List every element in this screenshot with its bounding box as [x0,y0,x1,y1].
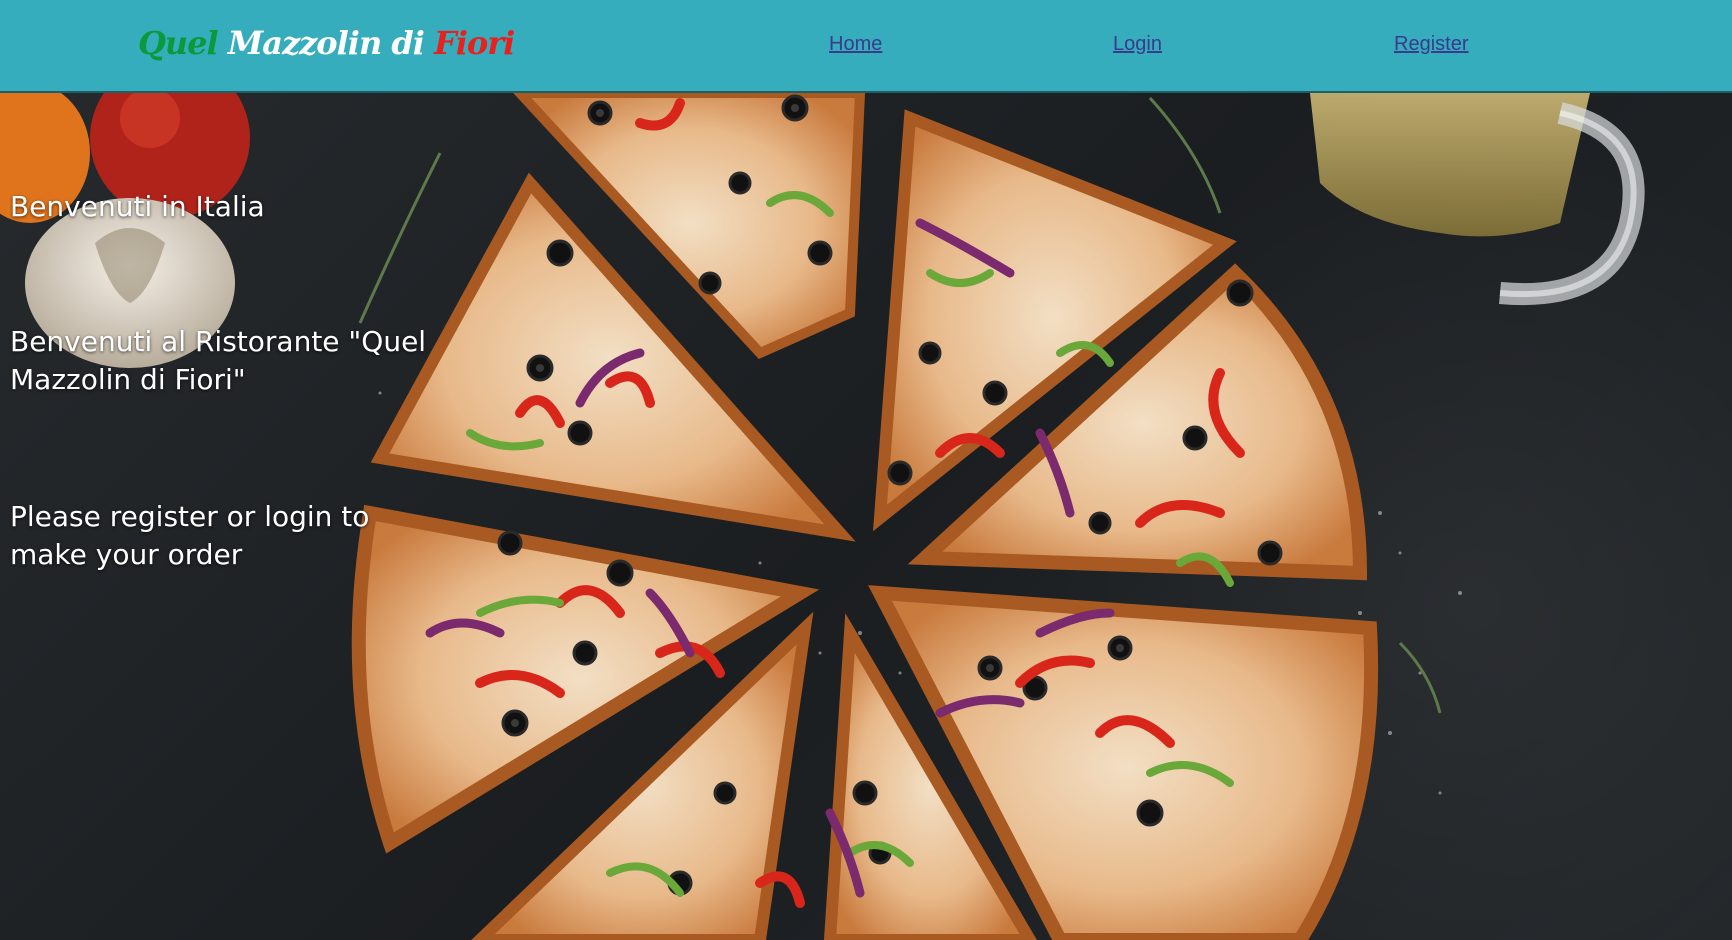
logo-word-mazzolin: Mazzolin [227,24,382,62]
hero-welcome: Benvenuti al Ristorante "Quel Mazzolin d… [10,325,427,396]
hero-banner: Benvenuti in Italia Benvenuti al Ristora… [0,93,1732,940]
nav-register-link[interactable]: Register [1394,33,1468,56]
logo-word-di: di [391,24,425,62]
page: Quel Mazzolin di Fiori Home Login Regist… [0,0,1732,940]
nav-login-link[interactable]: Login [1113,33,1162,56]
site-logo[interactable]: Quel Mazzolin di Fiori [138,24,515,62]
logo-word-fiori: Fiori [434,24,515,62]
hero-greeting: Benvenuti in Italia [10,190,265,223]
nav-home-link[interactable]: Home [829,33,882,56]
logo-word-quel: Quel [138,24,219,62]
hero-prompt: Please register or login to make your or… [10,500,370,571]
site-header: Quel Mazzolin di Fiori Home Login Regist… [0,0,1732,93]
